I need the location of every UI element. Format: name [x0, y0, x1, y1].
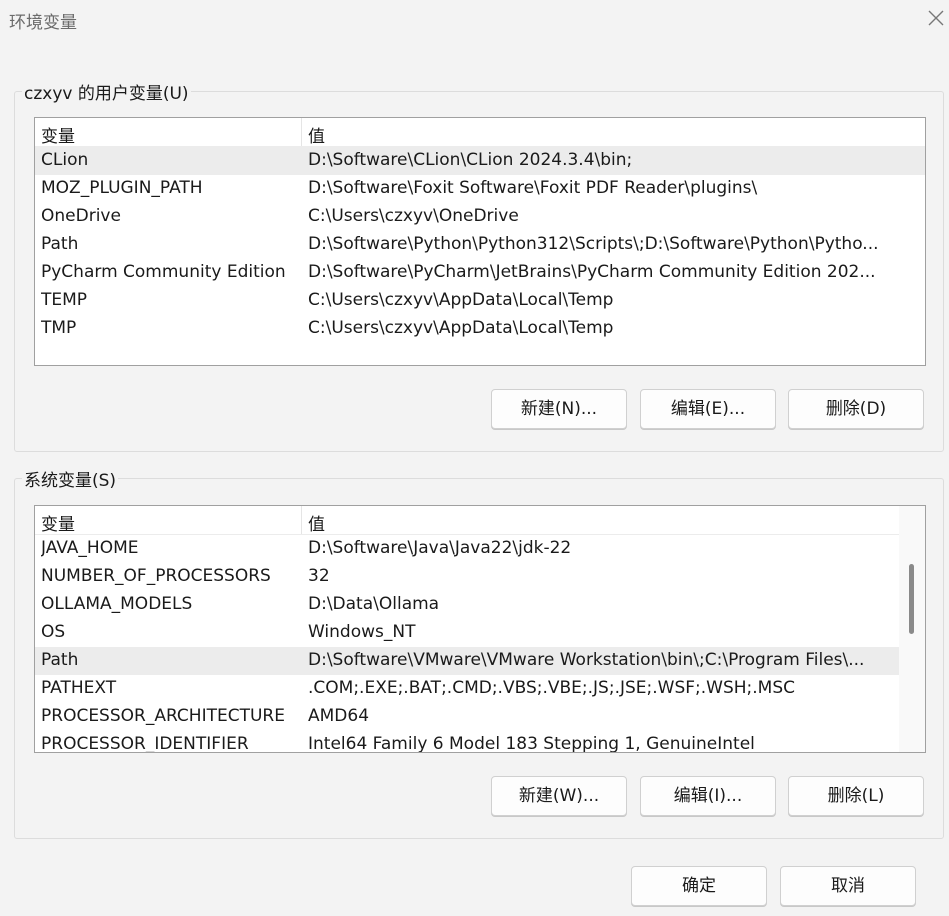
- variable-name: JAVA_HOME: [41, 538, 139, 558]
- variable-value: 32: [308, 566, 330, 586]
- table-row[interactable]: NUMBER_OF_PROCESSORS 32: [35, 563, 899, 591]
- list-header: 变量 值: [35, 506, 899, 535]
- table-row[interactable]: PROCESSOR_ARCHITECTURE AMD64: [35, 703, 899, 731]
- system-edit-button[interactable]: 编辑(I)...: [640, 776, 776, 816]
- variable-name: CLion: [41, 150, 89, 170]
- table-row[interactable]: PyCharm Community Edition D:\Software\PyC…: [35, 259, 925, 287]
- variable-name: PATHEXT: [41, 678, 117, 698]
- variable-name: OS: [41, 622, 66, 642]
- table-row[interactable]: TEMP C:\Users\czxyv\AppData\Local\Temp: [35, 287, 925, 315]
- variable-value: Windows_NT: [308, 622, 416, 642]
- table-row[interactable]: Path D:\Software\VMware\VMware Workstatio…: [35, 647, 899, 675]
- variable-value: D:\Software\Java\Java22\jdk-22: [308, 538, 572, 558]
- variable-name: TMP: [41, 318, 77, 338]
- variable-value: C:\Users\czxyv\AppData\Local\Temp: [308, 318, 614, 338]
- user-new-button[interactable]: 新建(N)...: [491, 389, 627, 429]
- table-row[interactable]: Path D:\Software\Python\Python312\Scripts…: [35, 231, 925, 259]
- variable-value: D:\Software\PyCharm\JetBrains\PyCharm Co…: [308, 262, 876, 282]
- ok-button[interactable]: 确定: [631, 866, 767, 906]
- variable-value: Intel64 Family 6 Model 183 Stepping 1, G…: [308, 734, 755, 753]
- variable-value: AMD64: [308, 706, 370, 726]
- variable-name: PROCESSOR_ARCHITECTURE: [41, 706, 285, 726]
- variable-name: OLLAMA_MODELS: [41, 594, 193, 614]
- variable-value: C:\Users\czxyv\AppData\Local\Temp: [308, 290, 614, 310]
- variable-value: D:\Software\CLion\CLion 2024.3.4\bin;: [308, 150, 633, 170]
- user-delete-button[interactable]: 删除(D): [788, 389, 924, 429]
- variable-value: .COM;.EXE;.BAT;.CMD;.VBS;.VBE;.JS;.JSE;.…: [308, 678, 796, 698]
- user-edit-button[interactable]: 编辑(E)...: [640, 389, 776, 429]
- table-row[interactable]: CLion D:\Software\CLion\CLion 2024.3.4\bi…: [35, 147, 925, 175]
- system-variables-rows: JAVA_HOME D:\Software\Java\Java22\jdk-22 N…: [35, 535, 899, 753]
- window-title: 环境变量: [9, 13, 77, 33]
- table-row[interactable]: OS Windows_NT: [35, 619, 899, 647]
- variable-name: PyCharm Community Edition: [41, 262, 286, 282]
- table-row[interactable]: TMP C:\Users\czxyv\AppData\Local\Temp: [35, 315, 925, 343]
- column-header-variable[interactable]: 变量: [41, 510, 75, 535]
- variable-name: Path: [41, 650, 79, 670]
- list-header: 变量 值: [35, 118, 925, 147]
- variable-name: PROCESSOR_IDENTIFIER: [41, 734, 249, 753]
- variable-value: D:\Software\VMware\VMware Workstation\bi…: [308, 650, 865, 670]
- column-header-value[interactable]: 值: [308, 122, 325, 147]
- column-divider[interactable]: [301, 506, 302, 534]
- system-delete-button[interactable]: 删除(L): [788, 776, 924, 816]
- column-header-value[interactable]: 值: [308, 510, 325, 535]
- table-row[interactable]: OLLAMA_MODELS D:\Data\Ollama: [35, 591, 899, 619]
- column-divider[interactable]: [301, 118, 302, 146]
- table-row[interactable]: JAVA_HOME D:\Software\Java\Java22\jdk-22: [35, 535, 899, 563]
- variable-name: Path: [41, 234, 79, 254]
- system-variables-list[interactable]: 变量 值 JAVA_HOME D:\Software\Java\Java22\jd…: [34, 505, 926, 753]
- table-row[interactable]: PROCESSOR_IDENTIFIER Intel64 Family 6 Mod…: [35, 731, 899, 753]
- variable-value: C:\Users\czxyv\OneDrive: [308, 206, 519, 226]
- scrollbar-thumb[interactable]: [909, 564, 914, 634]
- cancel-button[interactable]: 取消: [780, 866, 916, 906]
- variable-name: MOZ_PLUGIN_PATH: [41, 178, 203, 198]
- variable-name: OneDrive: [41, 206, 121, 226]
- close-icon[interactable]: [924, 6, 948, 30]
- table-row[interactable]: MOZ_PLUGIN_PATH D:\Software\Foxit Softwar…: [35, 175, 925, 203]
- variable-name: TEMP: [41, 290, 88, 310]
- variable-value: D:\Software\Foxit Software\Foxit PDF Rea…: [308, 178, 758, 198]
- system-new-button[interactable]: 新建(W)...: [491, 776, 627, 816]
- vertical-scrollbar[interactable]: [899, 506, 925, 752]
- variable-name: NUMBER_OF_PROCESSORS: [41, 566, 271, 586]
- variable-value: D:\Software\Python\Python312\Scripts\;D:…: [308, 234, 879, 254]
- variable-value: D:\Data\Ollama: [308, 594, 440, 614]
- user-variables-rows: CLion D:\Software\CLion\CLion 2024.3.4\bi…: [35, 147, 925, 343]
- table-row[interactable]: OneDrive C:\Users\czxyv\OneDrive: [35, 203, 925, 231]
- user-variables-list[interactable]: 变量 值 CLion D:\Software\CLion\CLion 2024.3…: [34, 117, 926, 366]
- column-header-variable[interactable]: 变量: [41, 122, 75, 147]
- system-variables-label: 系统变量(S): [22, 466, 119, 491]
- table-row[interactable]: PATHEXT .COM;.EXE;.BAT;.CMD;.VBS;.VBE;.JS…: [35, 675, 899, 703]
- user-variables-label: czxyv 的用户变量(U): [22, 79, 191, 104]
